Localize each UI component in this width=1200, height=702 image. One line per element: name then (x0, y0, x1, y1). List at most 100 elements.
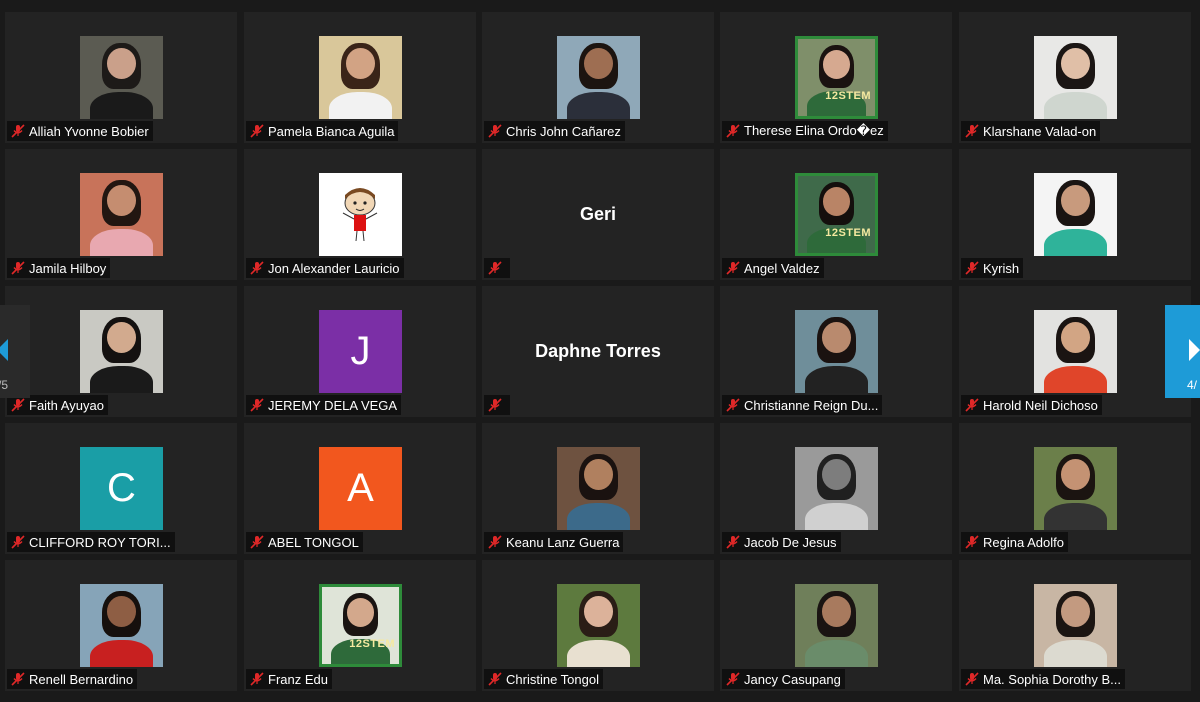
participant-tile[interactable]: 12STEM Angel Valdez (720, 149, 952, 280)
participant-name: Therese Elina Ordo�ez (744, 123, 884, 138)
microphone-muted-icon (726, 535, 740, 549)
participant-tile[interactable]: 12STEM Therese Elina Ordo�ez (720, 12, 952, 143)
participant-name: Franz Edu (268, 671, 328, 687)
participant-name: Kyrish (983, 260, 1020, 276)
participant-name: Harold Neil Dichoso (983, 397, 1098, 413)
participant-name-label: Chris John Cañarez (484, 121, 625, 141)
participant-tile[interactable]: Jamila Hilboy (5, 149, 237, 280)
participant-name-label: Jacob De Jesus (722, 532, 841, 552)
next-page-indicator: 4/ (1187, 378, 1198, 392)
microphone-muted-icon (965, 261, 979, 275)
microphone-muted-icon (965, 535, 979, 549)
participant-tile[interactable]: Jon Alexander Lauricio (244, 149, 476, 280)
participant-name-label: Ma. Sophia Dorothy B... (961, 669, 1126, 689)
participant-tile[interactable]: Christine Tongol (482, 560, 714, 691)
participant-tile[interactable]: Klarshane Valad-on (959, 12, 1191, 143)
participant-name-label: Christine Tongol (484, 669, 603, 689)
participant-tile[interactable]: Harold Neil Dichoso (959, 286, 1191, 417)
participant-name-label: Christianne Reign Du... (722, 395, 883, 415)
participant-video (557, 447, 640, 530)
participant-name: CLIFFORD ROY TORI... (29, 534, 171, 550)
participant-video (1034, 173, 1117, 256)
participant-video (795, 584, 878, 667)
participant-name-label: Jancy Casupang (722, 669, 845, 689)
participant-name: Pamela Bianca Aguila (268, 123, 395, 139)
participant-tile[interactable]: C CLIFFORD ROY TORI... (5, 423, 237, 554)
participant-tile[interactable]: Ma. Sophia Dorothy B... (959, 560, 1191, 691)
participant-video (1034, 310, 1117, 393)
microphone-muted-icon (726, 124, 740, 138)
participant-tile[interactable]: A ABEL TONGOL (244, 423, 476, 554)
microphone-muted-icon (726, 672, 740, 686)
participant-name: Ma. Sophia Dorothy B... (983, 671, 1122, 687)
participant-video (80, 173, 163, 256)
participant-name-label: Klarshane Valad-on (961, 121, 1101, 141)
previous-page-button[interactable]: /5 (0, 305, 30, 398)
participant-name: Faith Ayuyao (29, 397, 104, 413)
participant-name: Christine Tongol (506, 671, 599, 687)
participant-tile[interactable]: 12STEM Franz Edu (244, 560, 476, 691)
participant-name-label: Jamila Hilboy (7, 258, 111, 278)
microphone-muted-icon (726, 398, 740, 412)
participant-name-label (484, 258, 510, 278)
participant-tile[interactable]: Regina Adolfo (959, 423, 1191, 554)
microphone-muted-icon (11, 398, 25, 412)
participant-video (319, 36, 402, 119)
participant-tile[interactable]: Faith Ayuyao (5, 286, 237, 417)
participant-video: 12STEM (795, 36, 878, 119)
participant-initial-avatar: J (319, 310, 402, 393)
participant-tile[interactable]: J JEREMY DELA VEGA (244, 286, 476, 417)
participant-tile[interactable]: Alliah Yvonne Bobier (5, 12, 237, 143)
participant-name: Jancy Casupang (744, 671, 841, 687)
participant-name-label: Angel Valdez (722, 258, 824, 278)
video-overlay-text: 12STEM (825, 227, 871, 239)
microphone-muted-icon (488, 124, 502, 138)
participant-name: Christianne Reign Du... (744, 397, 879, 413)
microphone-muted-icon (250, 672, 264, 686)
microphone-muted-icon (250, 398, 264, 412)
participant-name-label: CLIFFORD ROY TORI... (7, 532, 175, 552)
participant-tile[interactable]: Keanu Lanz Guerra (482, 423, 714, 554)
participant-video (795, 447, 878, 530)
participant-tile[interactable]: Chris John Cañarez (482, 12, 714, 143)
participant-video: 12STEM (319, 584, 402, 667)
participant-name-label (484, 395, 510, 415)
participant-tile[interactable]: Daphne Torres (482, 286, 714, 417)
participant-name-label: Jon Alexander Lauricio (246, 258, 404, 278)
participant-name: Klarshane Valad-on (983, 123, 1097, 139)
participant-name-label: Alliah Yvonne Bobier (7, 121, 153, 141)
participant-tile[interactable]: Kyrish (959, 149, 1191, 280)
microphone-muted-icon (488, 672, 502, 686)
participant-initial-avatar: C (80, 447, 163, 530)
microphone-muted-icon (250, 535, 264, 549)
microphone-muted-icon (488, 535, 502, 549)
participant-tile[interactable]: Pamela Bianca Aguila (244, 12, 476, 143)
microphone-muted-icon (965, 398, 979, 412)
participant-name: Renell Bernardino (29, 671, 134, 687)
video-overlay-text: 12STEM (349, 638, 395, 650)
video-overlay-text: 12STEM (825, 90, 871, 102)
microphone-muted-icon (11, 535, 25, 549)
participant-video: 12STEM (795, 173, 878, 256)
participant-name-label: JEREMY DELA VEGA (246, 395, 402, 415)
participant-name-label: Kyrish (961, 258, 1024, 278)
previous-page-indicator: /5 (0, 378, 9, 392)
microphone-muted-icon (965, 672, 979, 686)
next-page-button[interactable]: 4/ (1165, 305, 1200, 398)
participant-display-name: Daphne Torres (535, 341, 661, 361)
participant-video (1034, 36, 1117, 119)
participant-video (557, 584, 640, 667)
participant-video (1034, 584, 1117, 667)
microphone-muted-icon (11, 672, 25, 686)
participant-tile[interactable]: Christianne Reign Du... (720, 286, 952, 417)
participant-tile[interactable]: Geri (482, 149, 714, 280)
participant-name: Alliah Yvonne Bobier (29, 123, 149, 139)
participant-tile[interactable]: Jancy Casupang (720, 560, 952, 691)
participant-name: Regina Adolfo (983, 534, 1064, 550)
participant-name-label: Franz Edu (246, 669, 332, 689)
participant-display-name: Geri (579, 204, 617, 224)
participant-name: Angel Valdez (744, 260, 820, 276)
participant-tile[interactable]: Renell Bernardino (5, 560, 237, 691)
participant-tile[interactable]: Jacob De Jesus (720, 423, 952, 554)
chevron-left-icon (0, 339, 8, 361)
